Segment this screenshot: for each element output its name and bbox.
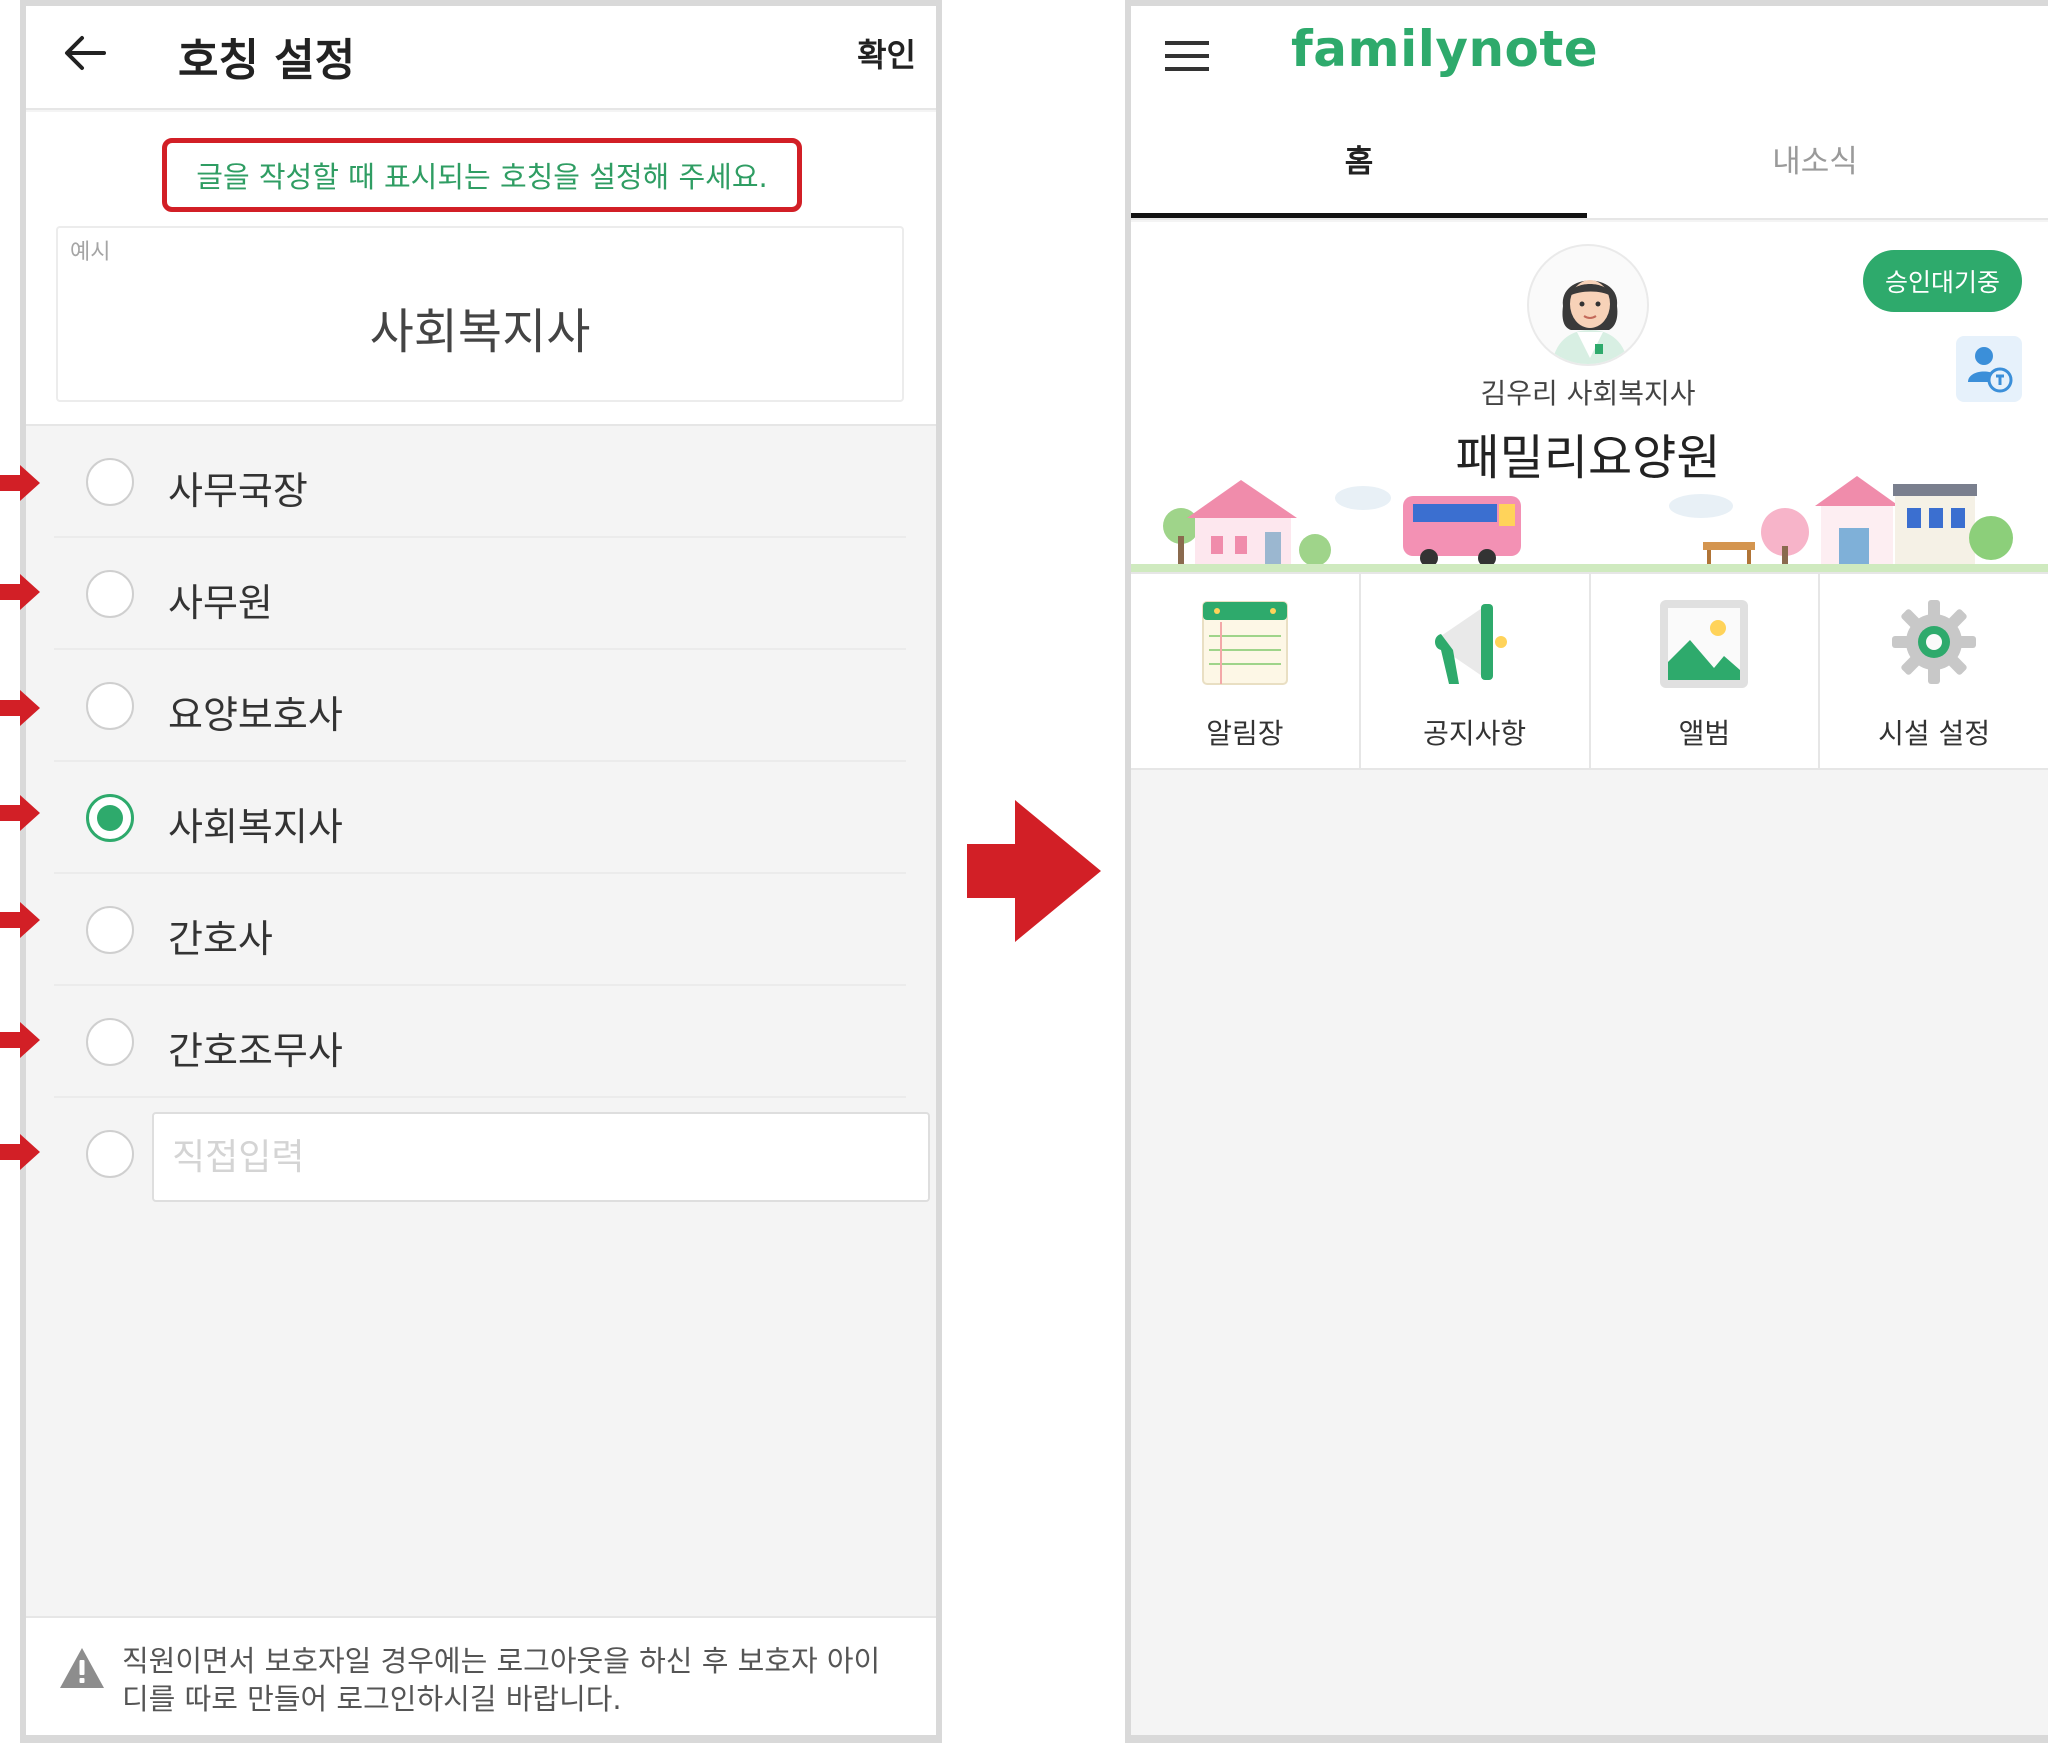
page-title: 호칭 설정 [178,35,356,86]
profile-area: 승인대기중 김우리 사회복지사 패밀리요양원 [1131,222,2048,572]
settings-header: 호칭 설정 확인 [26,6,936,110]
option-row[interactable]: 간호사 [54,874,906,986]
menu-label: 앨범 [1678,717,1731,750]
menu-item-notice-book[interactable]: 알림장 [1131,574,1361,768]
option-row[interactable]: 사회복지사 [54,762,906,874]
village-illustration-icon [1131,476,2048,572]
megaphone-icon [1434,604,1507,684]
title-settings-screen: 호칭 설정 확인 글을 작성할 때 표시되는 호칭을 설정해 주세요. 예시 사… [20,0,942,1743]
home-screen: familynote 홈 내소식 승인대기중 김우리 사회복지사 패밀리요양원 … [1125,0,2048,1743]
radio-button[interactable] [86,682,134,730]
radio-button[interactable] [86,458,134,506]
transition-arrow-icon [967,800,1101,942]
home-header: familynote 홈 내소식 [1131,6,2048,220]
notice-text: 직원이면서 보호자일 경우에는 로그아웃을 하신 후 보호자 아이디를 따로 만… [122,1644,881,1716]
option-row-custom[interactable] [54,1098,930,1210]
option-row[interactable]: 사무국장 [54,426,906,538]
menu-label: 알림장 [1206,717,1284,750]
annotation-arrow-icon [0,902,40,938]
menu-grid: 알림장 공지사항 앨범 시설 설정 [1131,572,2048,770]
radio-button[interactable] [86,1130,134,1178]
user-name: 김우리 사회복지사 [1480,377,1696,410]
notebook-icon [1201,601,1288,685]
example-card: 예시 사회복지사 [56,226,904,402]
example-section: 글을 작성할 때 표시되는 호칭을 설정해 주세요. 예시 사회복지사 [26,112,936,426]
warning-triangle-icon [60,1648,104,1688]
instruction-text: 글을 작성할 때 표시되는 호칭을 설정해 주세요. [196,160,768,194]
tab-home[interactable]: 홈 [1131,136,1587,218]
radio-button[interactable] [86,1018,134,1066]
option-row[interactable]: 사무원 [54,538,906,650]
annotation-arrow-icon [0,465,40,501]
option-label: 사무원 [168,581,273,625]
option-label: 사무국장 [168,469,308,513]
brand-logo: familynote [1291,20,1599,78]
radio-button[interactable] [86,906,134,954]
option-label: 요양보호사 [168,693,343,737]
tab-my-news[interactable]: 내소식 [1587,136,2043,218]
menu-label: 시설 설정 [1878,717,1991,750]
menu-item-facility-settings[interactable]: 시설 설정 [1820,574,2048,768]
annotation-arrow-icon [0,795,40,831]
annotation-arrow-icon [0,690,40,726]
photo-album-icon [1660,600,1749,688]
avatar[interactable] [1527,244,1649,366]
menu-item-album[interactable]: 앨범 [1591,574,1821,768]
arrow-left-icon[interactable] [60,28,110,78]
instruction-highlight: 글을 작성할 때 표시되는 호칭을 설정해 주세요. [162,138,802,212]
caregiver-avatar-icon [1551,280,1629,364]
option-label: 간호조무사 [168,1029,343,1073]
radio-button[interactable] [86,570,134,618]
menu-item-announcements[interactable]: 공지사항 [1361,574,1591,768]
annotation-arrow-icon [0,574,40,610]
radio-button-selected[interactable] [86,794,134,842]
hamburger-menu-icon[interactable] [1165,38,1209,74]
example-value: 사회복지사 [369,304,591,360]
status-badge: 승인대기중 [1862,250,2022,312]
gear-icon [1892,600,1977,684]
option-label: 사회복지사 [168,805,343,849]
option-label: 간호사 [168,917,273,961]
annotation-arrow-icon [0,1022,40,1058]
annotation-arrow-icon [0,1134,40,1170]
confirm-button[interactable]: 확인 [857,30,916,76]
notice-footer: 직원이면서 보호자일 경우에는 로그아웃을 하신 후 보호자 아이디를 따로 만… [26,1616,936,1735]
option-row[interactable]: 간호조무사 [54,986,906,1098]
example-label: 예시 [70,240,111,265]
custom-title-input[interactable] [152,1112,930,1202]
menu-label: 공지사항 [1423,717,1527,750]
option-row[interactable]: 요양보호사 [54,650,906,762]
